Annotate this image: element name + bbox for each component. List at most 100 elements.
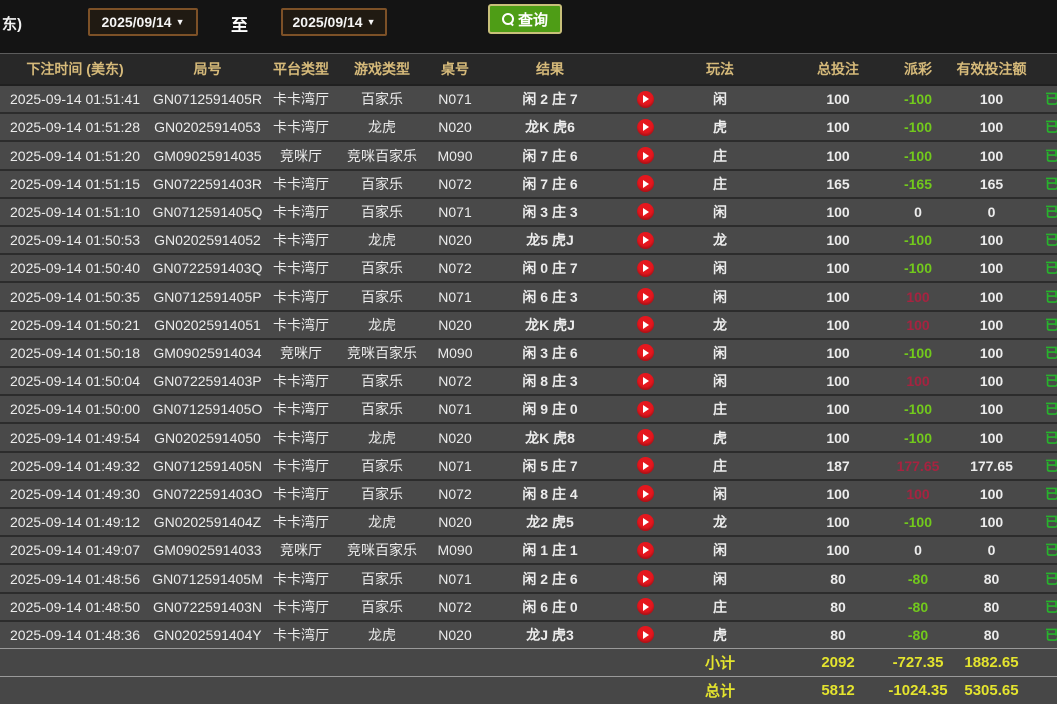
- play-icon: [643, 151, 649, 160]
- cell-platform: 卡卡湾厅: [273, 626, 329, 643]
- cell-game-type: 百家乐: [361, 288, 403, 305]
- cell-payout: -100: [903, 147, 933, 164]
- cell-table-no: N071: [438, 570, 472, 587]
- play-icon: [643, 433, 649, 442]
- replay-button[interactable]: [636, 175, 654, 193]
- cell-status: 已: [1045, 288, 1057, 305]
- header-table-no: 桌号: [441, 61, 469, 77]
- cell-payout: -165: [903, 175, 933, 192]
- cell-total-bet: 100: [826, 344, 850, 361]
- date-from-picker[interactable]: 2025/09/14 ▼: [88, 8, 198, 36]
- cell-bet-on: 闲: [713, 91, 727, 108]
- cell-platform: 卡卡湾厅: [273, 598, 329, 615]
- cell-bet-time: 2025-09-14 01:50:04: [10, 373, 140, 390]
- replay-button[interactable]: [636, 626, 654, 644]
- cell-platform: 卡卡湾厅: [273, 260, 329, 277]
- query-button[interactable]: 查询: [488, 4, 562, 34]
- replay-button[interactable]: [636, 513, 654, 531]
- cell-bet-time: 2025-09-14 01:50:21: [10, 316, 140, 333]
- cell-platform: 卡卡湾厅: [273, 570, 329, 587]
- cell-bet-time: 2025-09-14 01:50:53: [10, 232, 140, 249]
- replay-button[interactable]: [636, 259, 654, 277]
- caret-down-icon: ▼: [366, 17, 376, 27]
- table-row: 2025-09-14 01:48:36 GN0202591404Y 卡卡湾厅 龙…: [0, 619, 1057, 649]
- replay-button[interactable]: [636, 372, 654, 390]
- play-icon: [643, 179, 649, 188]
- cell-total-bet: 100: [826, 401, 850, 418]
- cell-game-type: 百家乐: [361, 598, 403, 615]
- cell-platform: 卡卡湾厅: [273, 485, 329, 502]
- cell-valid-bet: 100: [979, 485, 1004, 502]
- table-row: 2025-09-14 01:50:18 GM09025914034 竞咪厅 竞咪…: [0, 337, 1057, 367]
- replay-button[interactable]: [636, 118, 654, 136]
- replay-button[interactable]: [636, 288, 654, 306]
- cell-round-id: GN0722591403Q: [152, 260, 263, 277]
- cell-round-id: GN0712591405Q: [152, 203, 263, 220]
- cell-result: 闲 8 庄 3: [522, 373, 578, 390]
- grand-total-row: 总计 5812 -1024.35 5305.65: [0, 676, 1057, 704]
- cell-bet-on: 闲: [713, 260, 727, 277]
- cell-result: 闲 2 庄 7: [522, 91, 578, 108]
- play-icon: [643, 292, 649, 301]
- cell-table-no: N072: [438, 598, 472, 615]
- play-icon: [643, 546, 649, 555]
- grand-total-label: 总计: [704, 683, 735, 701]
- cell-total-bet: 80: [830, 598, 846, 615]
- cell-bet-time: 2025-09-14 01:48:36: [10, 626, 140, 643]
- cell-total-bet: 100: [826, 429, 850, 446]
- cell-game-type: 龙虎: [368, 626, 396, 643]
- table-row: 2025-09-14 01:48:50 GN0722591403N 卡卡湾厅 百…: [0, 591, 1057, 620]
- cell-result: 闲 1 庄 1: [522, 542, 578, 559]
- header-result: 结果: [536, 61, 564, 77]
- cell-payout: -80: [907, 626, 929, 643]
- replay-button[interactable]: [636, 541, 654, 559]
- replay-button[interactable]: [636, 90, 654, 108]
- play-icon: [643, 320, 649, 329]
- replay-button[interactable]: [636, 231, 654, 249]
- play-icon: [643, 377, 649, 386]
- cell-game-type: 百家乐: [361, 401, 403, 418]
- cell-bet-on: 闲: [713, 542, 727, 559]
- cell-result: 龙K 虎J: [525, 316, 575, 333]
- replay-button[interactable]: [636, 203, 654, 221]
- cell-table-no: N072: [438, 175, 472, 192]
- cell-round-id: GN0722591403R: [153, 175, 262, 192]
- replay-button[interactable]: [636, 400, 654, 418]
- replay-button[interactable]: [636, 344, 654, 362]
- cell-bet-on: 虎: [713, 429, 727, 446]
- replay-button[interactable]: [636, 485, 654, 503]
- cell-valid-bet: 0: [987, 203, 996, 220]
- table-row: 2025-09-14 01:49:30 GN0722591403O 卡卡湾厅 百…: [0, 478, 1057, 508]
- play-icon: [643, 123, 649, 132]
- play-icon: [643, 489, 649, 498]
- replay-button[interactable]: [636, 457, 654, 475]
- cell-bet-on: 龙: [713, 232, 727, 249]
- bet-history-table: 下注时间 (美东) 局号 平台类型 游戏类型 桌号 结果 玩法 总投注 派彩 有…: [0, 53, 1057, 704]
- replay-button[interactable]: [636, 316, 654, 334]
- cell-game-type: 龙虎: [368, 429, 396, 446]
- cell-valid-bet: 100: [979, 401, 1004, 418]
- cell-result: 龙K 虎6: [525, 119, 575, 136]
- cell-round-id: GN0722591403P: [153, 373, 262, 390]
- date-to-picker[interactable]: 2025/09/14 ▼: [281, 8, 387, 36]
- grand-total-payout: -1024.35: [888, 682, 948, 700]
- cell-result: 闲 0 庄 7: [522, 260, 578, 277]
- date-from-value: 2025/09/14: [101, 14, 172, 30]
- cell-valid-bet: 100: [979, 232, 1004, 249]
- replay-button[interactable]: [636, 598, 654, 616]
- cell-bet-on: 龙: [713, 316, 727, 333]
- replay-button[interactable]: [636, 429, 654, 447]
- cell-game-type: 百家乐: [361, 91, 403, 108]
- cell-payout: -100: [903, 344, 933, 361]
- cell-bet-time: 2025-09-14 01:50:40: [10, 260, 140, 277]
- cell-status: 已: [1045, 570, 1057, 587]
- cell-valid-bet: 100: [979, 514, 1004, 531]
- cell-bet-on: 龙: [713, 514, 727, 531]
- cell-platform: 卡卡湾厅: [273, 119, 329, 136]
- cell-total-bet: 100: [826, 232, 850, 249]
- replay-button[interactable]: [636, 147, 654, 164]
- cell-bet-time: 2025-09-14 01:48:50: [10, 598, 140, 615]
- replay-button[interactable]: [636, 570, 654, 588]
- cell-table-no: N020: [438, 514, 472, 531]
- cell-payout: 0: [914, 542, 922, 559]
